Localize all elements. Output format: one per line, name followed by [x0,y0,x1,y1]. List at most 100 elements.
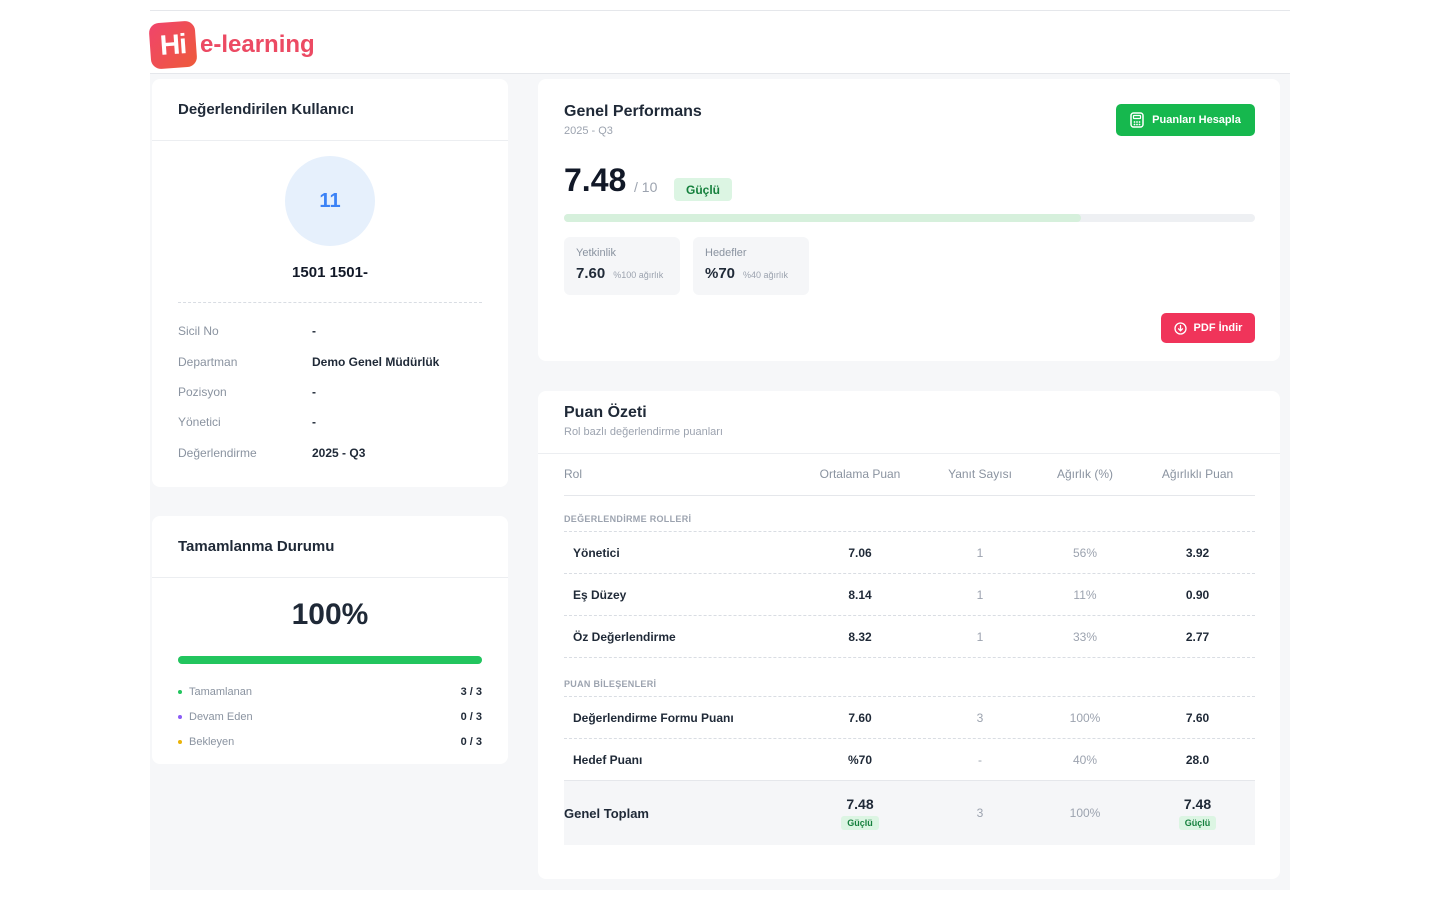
row-name: Hedef Puanı [573,753,643,767]
column-header-weight[interactable]: Ağırlık (%) [1030,467,1140,481]
row-weighted: 0.90 [1185,587,1210,602]
column-header-responses[interactable]: Yanıt Sayısı [930,467,1030,481]
logo-mark: Hi [148,20,198,70]
total-count: 3 [976,806,984,820]
divider [178,302,482,303]
level-badge: Güçlü [1178,816,1217,830]
metric-weight: %100 ağırlık [613,270,664,280]
card-header: Değerlendirilen Kullanıcı [152,79,508,141]
info-row-evaluation: Değerlendirme 2025 - Q3 [178,438,482,468]
metric-competency: Yetkinlik 7.60 %100 ağırlık [564,237,680,295]
score-summary-card: Puan Özeti Rol bazlı değerlendirme puanl… [538,391,1280,879]
card-title: Puan Özeti [564,404,647,421]
row-average: 7.60 [848,710,872,725]
overall-score: 7.48 [564,162,627,198]
metric-value: %70 [705,265,736,282]
info-value: - [312,385,316,399]
row-weight: 56% [1072,545,1098,560]
row-count: 1 [976,629,984,644]
card-header: Tamamlanma Durumu [152,516,508,578]
row-weight: 33% [1072,629,1098,644]
info-row-sicil: Sicil No - [178,316,482,346]
info-value: - [312,415,316,429]
legend-label: Tamamlanan [189,686,252,698]
general-performance-card: Genel Performans 2025 - Q3 Puanları Hesa… [538,79,1280,361]
level-badge: Güçlü [841,816,879,830]
section-label-components: PUAN BİLEŞENLERİ [564,679,657,689]
info-row-department: Departman Demo Genel Müdürlük [178,347,482,377]
row-name: Öz Değerlendirme [573,629,676,644]
metric-value: 7.60 [576,265,606,282]
card-title: Değerlendirilen Kullanıcı [178,101,354,118]
legend-completed: Tamamlanan 3 / 3 [178,682,482,702]
row-name: Yönetici [573,545,620,560]
card-title: Genel Performans [564,103,702,120]
legend-value: 0 / 3 [460,711,482,723]
row-weighted: 7.60 [1185,710,1210,725]
user-name: 1501 1501- [292,264,368,281]
download-icon [1173,321,1187,335]
completion-card: Tamamlanma Durumu 100% Tamamlanan 3 / 3 … [152,516,508,764]
download-pdf-button[interactable]: PDF İndir [1161,313,1255,343]
column-header-role[interactable]: Rol [564,467,790,481]
metric-goals: Hedefler %70 %40 ağırlık [693,237,809,295]
total-weighted: 7.48 [1183,796,1212,812]
app-frame: Hi e-learning Değerlendirilen Kullanıcı … [148,10,1290,890]
row-name: Eş Düzey [573,587,627,602]
card-title: Tamamlanma Durumu [178,538,335,555]
info-label: Departman [178,355,238,369]
metric-label: Yetkinlik [576,247,616,259]
divider [538,453,1280,454]
row-average: %70 [847,753,873,767]
legend-label: Devam Eden [189,711,253,723]
total-average-cell: 7.48 Güçlü [790,796,930,830]
info-row-manager: Yönetici - [178,407,482,437]
total-name: Genel Toplam [564,805,649,821]
performance-progress-fill [564,214,1081,222]
calculate-scores-label: Puanları Hesapla [1152,114,1241,126]
row-count: 3 [976,710,984,725]
status-dot-icon [178,690,182,694]
download-pdf-label: PDF İndir [1193,322,1243,334]
row-weight: 100% [1069,710,1101,725]
logo[interactable]: Hi e-learning [148,20,315,70]
row-average: 8.32 [848,629,872,644]
info-label: Yönetici [178,415,221,429]
column-header-weighted[interactable]: Ağırlıklı Puan [1140,467,1255,481]
total-weighted-cell: 7.48 Güçlü [1140,796,1255,830]
performance-progress-bar [564,214,1255,222]
row-weighted: 2.77 [1185,629,1210,644]
level-badge: Güçlü [674,178,732,201]
row-weighted: 28.0 [1185,753,1210,767]
row-count: 1 [976,545,984,560]
table-header: Rol Ortalama Puan Yanıt Sayısı Ağırlık (… [564,463,1255,485]
metric-label: Hedefler [705,247,747,259]
status-dot-icon [178,715,182,719]
table-row[interactable]: Hedef Puanı %70 - 40% 28.0 [564,739,1255,781]
legend-label: Bekleyen [189,736,235,748]
column-header-average[interactable]: Ortalama Puan [790,467,930,481]
avatar: 11 [285,156,375,246]
table-row[interactable]: Değerlendirme Formu Puanı 7.60 3 100% 7.… [564,697,1255,738]
legend-pending: Bekleyen 0 / 3 [178,732,482,752]
table-row[interactable]: Eş Düzey 8.14 1 11% 0.90 [564,574,1255,615]
info-label: Değerlendirme [178,446,257,460]
total-row[interactable]: Genel Toplam 7.48 Güçlü 3 100% 7.48 Güçl… [564,781,1255,845]
info-row-position: Pozisyon - [178,377,482,407]
completion-progress-bar [178,656,482,664]
completion-progress-fill [178,656,482,664]
row-name: Değerlendirme Formu Puanı [573,710,734,725]
legend-value: 3 / 3 [460,686,482,698]
table-row[interactable]: Öz Değerlendirme 8.32 1 33% 2.77 [564,616,1255,657]
section-label-roles: DEĞERLENDİRME ROLLERİ [564,514,692,524]
legend-value: 0 / 3 [460,736,482,748]
divider [564,495,1255,496]
total-weight: 100% [1069,806,1101,820]
top-bar: Hi e-learning [148,11,1290,74]
total-average: 7.48 [846,796,874,812]
row-average: 7.06 [848,545,872,560]
row-count: 1 [976,587,984,602]
calculate-scores-button[interactable]: Puanları Hesapla [1116,104,1255,136]
table-row[interactable]: Yönetici 7.06 1 56% 3.92 [564,532,1255,573]
row-weight: 40% [1072,753,1098,767]
